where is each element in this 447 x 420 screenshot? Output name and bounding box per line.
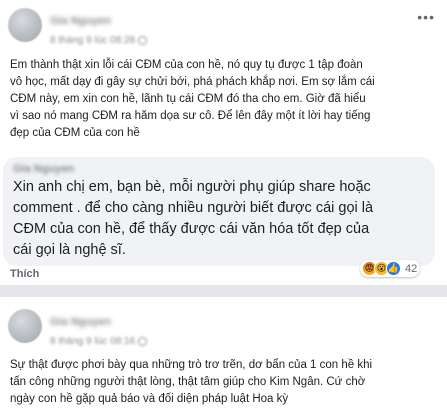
timestamp-text: 8 tháng 9 lúc 08:16 <box>50 336 136 347</box>
like-button[interactable]: Thích <box>10 268 39 280</box>
author-name[interactable]: Gia Nguyen <box>50 16 111 27</box>
author-name[interactable]: Gia Nguyen <box>50 317 111 328</box>
post-text: Em thành thật xin lỗi cái CĐM của con hề… <box>10 59 375 139</box>
feed-separator <box>0 285 447 297</box>
more-icon[interactable]: ••• <box>417 10 435 24</box>
comment-text: Xin anh chị em, bạn bè, mỗi người phụ gi… <box>13 179 374 258</box>
post-text: Sự thật được phơi bày qua những trò trơ … <box>10 359 373 405</box>
comment-author[interactable]: Gia Nguyen <box>13 163 74 175</box>
avatar[interactable] <box>8 8 42 42</box>
post-timestamp[interactable]: 8 tháng 9 lúc 08:28 <box>50 35 148 46</box>
post-header: Gia Nguyen 8 tháng 9 lúc 08:16 <box>8 309 148 347</box>
post-header: Gia Nguyen 8 tháng 9 lúc 08:28 <box>8 8 148 46</box>
globe-icon <box>138 36 148 45</box>
reaction-summary[interactable]: 😡 😮 👍 42 <box>360 260 421 277</box>
timestamp-text: 8 tháng 9 lúc 08:28 <box>50 35 136 46</box>
reaction-count: 42 <box>405 262 418 275</box>
post-card: Gia Nguyen 8 tháng 9 lúc 08:28 ••• Em th… <box>0 0 447 285</box>
post-timestamp[interactable]: 8 tháng 9 lúc 08:16 <box>50 336 148 347</box>
globe-icon <box>138 337 148 346</box>
avatar[interactable] <box>8 309 42 343</box>
like-icon: 👍 <box>386 261 401 276</box>
post-card: Gia Nguyen 8 tháng 9 lúc 08:16 Sự thật đ… <box>0 297 447 420</box>
